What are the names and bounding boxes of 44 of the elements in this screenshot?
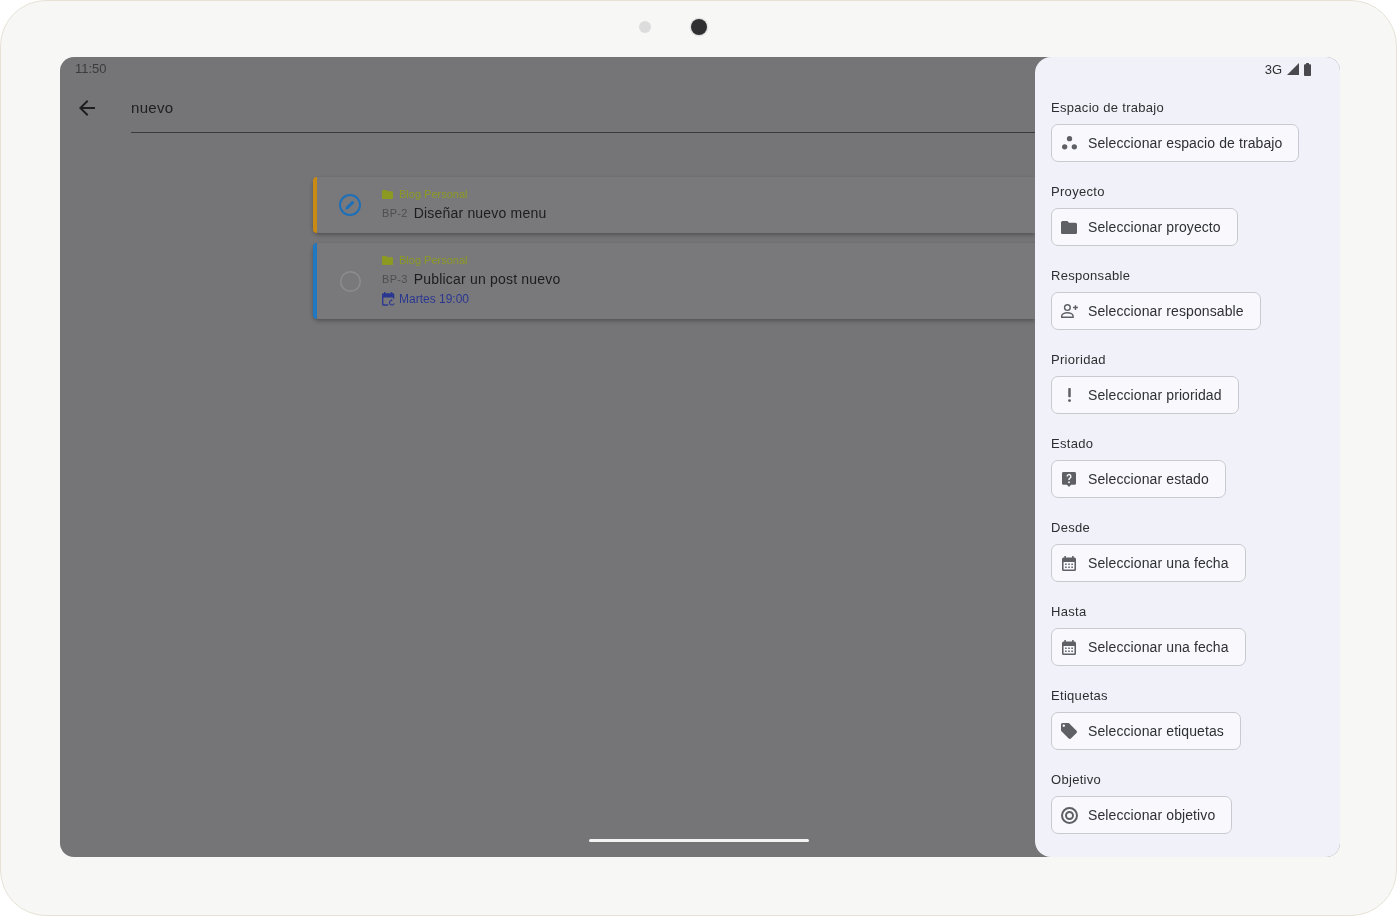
filter-label: Proyecto [1051,183,1105,201]
select-button[interactable]: Seleccionar prioridad [1051,376,1239,414]
target-icon [1060,806,1078,824]
select-button[interactable]: Seleccionar una fecha [1051,628,1246,666]
calendar-icon [1062,639,1076,655]
filter-label: Etiquetas [1051,687,1108,705]
question-mark-icon [1062,471,1076,487]
select-button[interactable]: Seleccionar objetivo [1051,796,1233,834]
front-camera-icon [691,19,707,35]
folder-icon [1061,220,1077,234]
filter-label: Desde [1051,519,1091,537]
three-dots-icon [1061,136,1077,150]
task-title: Publicar un post nuevo [413,271,561,287]
select-button[interactable]: Seleccionar espacio de trabajo [1051,124,1300,162]
calendar-icon [382,292,395,306]
back-arrow-icon[interactable] [79,100,95,116]
filter-label: Prioridad [1051,351,1106,369]
status-time: 11:50 [75,61,107,76]
calendar-icon [1062,555,1076,571]
select-button[interactable]: Seleccionar una fecha [1051,544,1246,582]
select-button[interactable]: Seleccionar proyecto [1051,208,1238,246]
folder-icon [382,189,393,199]
exclamation-icon [1067,388,1071,402]
pencil-circle-icon[interactable] [339,194,361,216]
search-field[interactable]: nuevo [131,83,1035,133]
sensor-icon [639,21,651,33]
signal-icon [1287,63,1299,75]
filter-label: Objetivo [1051,771,1102,789]
tag-icon [1061,723,1077,739]
select-button[interactable]: Seleccionar estado [1051,460,1226,498]
filter-label: Espacio de trabajo [1051,99,1165,117]
project-name: Blog Personal [399,254,468,266]
battery-icon [1304,62,1311,76]
select-button[interactable]: Seleccionar etiquetas [1051,712,1241,750]
folder-icon [382,255,393,265]
person-add-icon [1060,304,1078,318]
filter-label: Responsable [1051,267,1131,285]
task-title: Diseñar nuevo menu [413,205,547,221]
filter-label: Estado [1051,435,1094,453]
project-name: Blog Personal [399,188,468,200]
due-date: Martes 19:00 [399,292,470,306]
network-label: 3G [1264,61,1282,77]
filter-label: Hasta [1051,603,1087,621]
select-button[interactable]: Seleccionar responsable [1051,292,1261,330]
